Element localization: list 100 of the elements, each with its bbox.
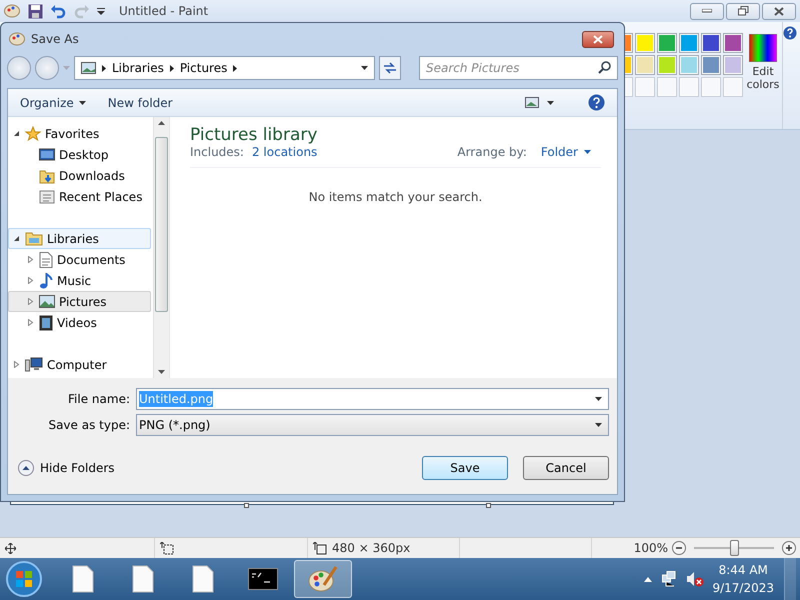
collapsed-arrow-icon[interactable] <box>27 277 34 284</box>
view-options-icon[interactable] <box>525 97 539 108</box>
breadcrumb-item[interactable]: Libraries <box>112 61 164 75</box>
close-button[interactable] <box>582 30 614 48</box>
scroll-down-arrow-icon[interactable] <box>158 370 165 374</box>
locations-link[interactable]: 2 locations <box>252 145 318 159</box>
scroll-up-arrow-icon[interactable] <box>158 121 165 125</box>
tree-item[interactable]: Videos <box>8 312 151 333</box>
color-swatch[interactable] <box>657 55 677 75</box>
address-bar[interactable]: Libraries Pictures <box>74 56 375 80</box>
tree-item-label: Downloads <box>59 168 125 182</box>
tree-item[interactable]: Music <box>8 270 151 291</box>
file-type-dropdown[interactable]: PNG (*.png) <box>136 414 609 436</box>
restore-button[interactable] <box>726 2 760 20</box>
color-swatch[interactable] <box>701 33 721 53</box>
caret-icon <box>361 66 368 70</box>
search-icon[interactable] <box>598 61 611 74</box>
help-icon[interactable] <box>588 94 605 111</box>
color-swatch[interactable] <box>635 55 655 75</box>
empty-color-swatch[interactable] <box>635 77 655 97</box>
hide-folders-button[interactable]: Hide Folders <box>18 460 115 476</box>
color-swatch[interactable] <box>723 33 743 53</box>
chevron-icon[interactable] <box>170 64 174 72</box>
organize-menu[interactable]: Organize <box>20 96 86 110</box>
zoom-in-icon[interactable] <box>782 541 796 555</box>
slider-thumb[interactable] <box>730 540 739 556</box>
image-size-icon <box>313 542 327 554</box>
zoom-out-icon[interactable] <box>672 541 686 555</box>
desktop-icon <box>39 148 55 162</box>
collapsed-arrow-icon[interactable] <box>13 361 20 368</box>
collapsed-arrow-icon[interactable] <box>27 256 34 263</box>
empty-color-swatch[interactable] <box>701 77 721 97</box>
tree-item[interactable]: Computer <box>8 354 151 375</box>
refresh-button[interactable] <box>379 56 401 80</box>
computer-icon <box>25 357 43 372</box>
tree-item[interactable]: Documents <box>8 249 151 270</box>
close-button[interactable] <box>762 2 796 20</box>
color-swatch[interactable] <box>723 55 743 75</box>
forward-button[interactable] <box>35 56 59 80</box>
library-folder-icon <box>25 231 43 246</box>
tree-item[interactable]: Pictures <box>8 291 151 312</box>
tree-item[interactable]: Downloads <box>8 165 151 186</box>
tree-item-label: Desktop <box>59 148 108 162</box>
collapsed-arrow-icon[interactable] <box>27 319 34 326</box>
undo-icon[interactable] <box>51 4 66 18</box>
caret-icon <box>595 397 602 401</box>
color-swatch[interactable] <box>701 55 721 75</box>
tree-item-label: Music <box>57 274 92 288</box>
tree-item[interactable]: Favorites <box>8 123 151 144</box>
selection-icon <box>160 542 174 554</box>
collapse-icon <box>18 460 34 476</box>
chevron-icon <box>102 64 106 72</box>
document-icon <box>132 565 154 593</box>
expanded-arrow-icon[interactable] <box>13 130 20 137</box>
chevron-icon[interactable] <box>233 64 238 72</box>
edit-colors-button[interactable]: Edit colors <box>744 34 782 96</box>
tree-item[interactable]: Desktop <box>8 144 151 165</box>
document-icon <box>39 252 53 268</box>
up-arrow-icon[interactable] <box>644 576 652 582</box>
network-icon[interactable] <box>662 571 676 587</box>
tree-item-label: Recent Places <box>59 190 142 204</box>
start-button-icon[interactable] <box>4 560 44 598</box>
move-icon <box>5 542 16 554</box>
empty-color-swatch[interactable] <box>723 77 743 97</box>
caret-icon <box>78 100 86 104</box>
close-icon <box>593 34 603 44</box>
picture-icon <box>39 295 55 308</box>
color-swatch[interactable] <box>679 33 699 53</box>
dropdown-arrow-icon[interactable] <box>97 8 105 14</box>
color-swatch[interactable] <box>635 33 655 53</box>
scrollbar-thumb[interactable] <box>155 137 168 312</box>
help-icon[interactable] <box>782 26 796 40</box>
document-icon <box>192 565 214 593</box>
tree-item-label: Computer <box>47 358 107 372</box>
collapsed-arrow-icon[interactable] <box>27 298 34 305</box>
search-field[interactable]: Search Pictures <box>419 56 618 80</box>
back-button[interactable] <box>7 56 31 80</box>
empty-message: No items match your search. <box>308 190 484 204</box>
new-folder-button[interactable]: New folder <box>108 96 173 110</box>
expanded-arrow-icon[interactable] <box>13 235 20 242</box>
cancel-button[interactable]: Cancel <box>523 456 609 480</box>
save-icon[interactable] <box>28 4 43 18</box>
image-size-text: 480 × 360px <box>332 541 410 555</box>
save-button[interactable]: Save <box>422 456 508 480</box>
scrollbar[interactable] <box>153 117 169 378</box>
empty-color-swatch[interactable] <box>679 77 699 97</box>
arrange-by-dropdown[interactable]: Folder <box>526 145 601 159</box>
clock[interactable]: 8:44 AM 9/17/2023 <box>712 561 774 597</box>
tree-item[interactable]: Libraries <box>8 228 151 249</box>
tree-item-label: Favorites <box>45 126 100 140</box>
breadcrumb-item[interactable]: Pictures <box>180 61 228 75</box>
color-swatch[interactable] <box>657 33 677 53</box>
tree-item[interactable]: Recent Places <box>8 186 151 207</box>
color-swatch[interactable] <box>679 55 699 75</box>
save-as-type-label: Save as type: <box>47 418 131 432</box>
minimize-button[interactable] <box>690 2 724 20</box>
recent-places-icon <box>39 188 55 204</box>
taskbar-button[interactable] <box>294 560 352 598</box>
empty-color-swatch[interactable] <box>657 77 677 97</box>
muted-speaker-icon[interactable] <box>686 571 704 587</box>
